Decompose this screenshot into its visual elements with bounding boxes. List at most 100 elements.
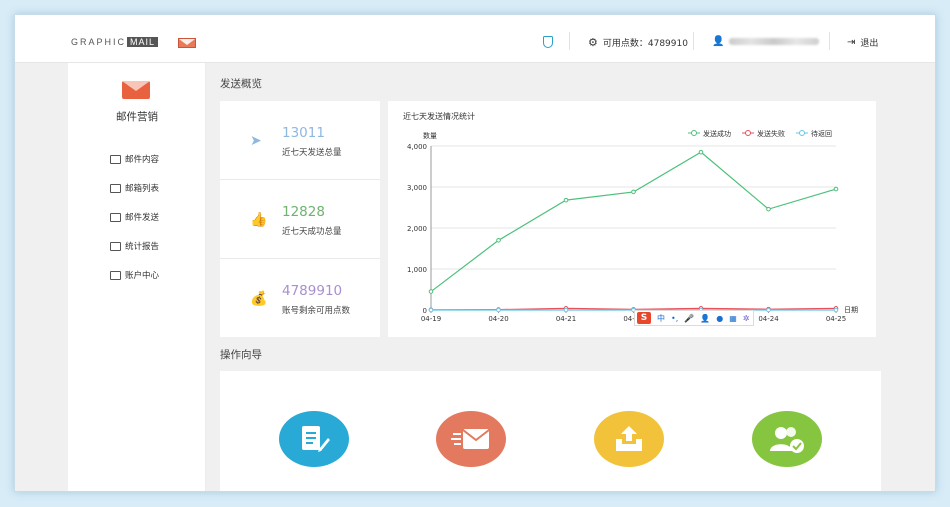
brand-logo[interactable]: GRAPHIC MAIL [71, 37, 159, 47]
data-point [563, 307, 569, 313]
app-window: GRAPHIC MAIL ⚙ 可用点数：4789910 👤 ⇥ 退出 邮件营销 邮… [14, 14, 936, 492]
x-tick-label: 04-24 [758, 315, 779, 323]
data-point [496, 307, 501, 313]
user-email-masked [729, 38, 820, 45]
stats-card: ➤ 13011 近七天发送总量 👍 12828 近七天成功总量 💰 478991… [220, 101, 380, 337]
data-point [766, 206, 771, 212]
sidebar-item-account-center[interactable]: 账户中心 [110, 269, 159, 281]
legend-marker [691, 130, 697, 136]
y-tick-label: 1,000 [407, 266, 427, 274]
y-tick-label: 2,000 [407, 225, 427, 233]
x-axis-label: 日期 [844, 306, 858, 314]
data-point [496, 238, 501, 243]
data-point [631, 189, 636, 195]
x-tick-label: 04-25 [826, 315, 846, 323]
sidebar-title: 邮件营销 [116, 111, 158, 123]
legend-marker [799, 130, 805, 136]
data-point [428, 289, 434, 294]
stat-value: 12828 [282, 204, 325, 220]
legend-label: 待返回 [811, 129, 832, 138]
y-axis-label: 数量 [423, 131, 437, 140]
list-icon [110, 183, 121, 193]
bar-chart-icon [110, 241, 121, 251]
y-tick-label: 3,000 [407, 184, 427, 192]
doc-icon [110, 154, 121, 164]
sidebar-item-label: 邮件发送 [125, 213, 160, 223]
sidebar-item-label: 账户中心 [125, 271, 160, 281]
overview-section-title: 发送概览 [220, 78, 262, 90]
mic-icon: 🎤 [684, 313, 695, 323]
stat-label: 近七天发送总量 [282, 148, 342, 158]
series-line [430, 151, 837, 293]
stat-value: 4789910 [282, 283, 343, 299]
logout-icon: ⇥ [847, 37, 856, 48]
punct-icon: •, [671, 313, 679, 323]
x-tick-label: 04-19 [421, 315, 441, 323]
robot-icon: ● [716, 313, 724, 323]
money-bag-icon: 💰 [250, 291, 268, 307]
line-chart: 0 1,000 2,000 3,000 4,000 数量日期 04-19 04-20 04-21… [407, 129, 858, 323]
legend-marker [745, 130, 751, 136]
sidebar: 邮件营销 邮件内容 邮箱列表 邮件发送 统计报告 账户中心 [68, 63, 206, 491]
skin-icon: 👤 [700, 313, 711, 323]
guide-send-mail-button[interactable] [436, 411, 506, 467]
ime-toolbar[interactable]: S 中 •, 🎤 👤 ● ▦ ✲ [634, 310, 754, 326]
stat-total-sent: ➤ 13011 近七天发送总量 [220, 101, 380, 180]
gear-icon: ⚙ [588, 36, 598, 49]
fast-mail-icon [451, 429, 490, 449]
send-mail-icon [110, 212, 121, 222]
ime-logo: S [637, 312, 651, 324]
sidebar-item-label: 邮箱列表 [125, 184, 160, 194]
guide-account-users-button[interactable] [752, 411, 822, 467]
logo-envelope-icon [178, 38, 196, 48]
guide-edit-content-button[interactable] [279, 411, 349, 467]
legend-label: 发送成功 [703, 129, 731, 138]
logout-button[interactable]: ⇥ 退出 [847, 36, 878, 49]
logout-label: 退出 [860, 39, 879, 49]
settings-icon: ✲ [742, 313, 750, 323]
sidebar-item-mailbox-list[interactable]: 邮箱列表 [110, 182, 159, 194]
stat-total-success: 👍 12828 近七天成功总量 [220, 180, 380, 259]
data-point [698, 149, 704, 155]
y-tick-label: 0 [423, 307, 427, 315]
envelope-icon [122, 81, 150, 99]
sidebar-item-mail-send[interactable]: 邮件发送 [110, 211, 159, 223]
data-point [833, 186, 839, 192]
stat-label: 近七天成功总量 [282, 227, 342, 237]
stat-remaining-points: 💰 4789910 账号剩余可用点数 [220, 259, 380, 338]
x-tick-label: 04-20 [488, 315, 508, 323]
sidebar-item-label: 邮件内容 [125, 155, 160, 165]
security-shield-button[interactable] [543, 36, 553, 48]
user-icon: 👤 [712, 36, 725, 47]
guide-section-title: 操作向导 [220, 349, 262, 361]
stat-label: 账号剩余可用点数 [282, 306, 351, 316]
legend-label: 发送失败 [757, 129, 785, 138]
thumbs-up-icon: 👍 [250, 212, 268, 228]
y-tick-label: 4,000 [407, 143, 427, 151]
divider [569, 32, 570, 50]
user-account-menu[interactable]: 👤 [712, 36, 820, 47]
upload-tray-icon [616, 426, 642, 451]
wallet-icon [110, 270, 121, 280]
points-label: 可用点数：4789910 [602, 39, 688, 49]
points-display: ⚙ 可用点数：4789910 [588, 36, 688, 49]
ime-lang: 中 [657, 313, 665, 323]
stat-value: 13011 [282, 125, 325, 141]
logo-text: GRAPHIC [71, 37, 127, 47]
divider [693, 32, 694, 50]
paper-plane-icon: ➤ [250, 133, 262, 149]
logo-box: MAIL [127, 37, 159, 47]
shield-icon [543, 36, 553, 48]
sidebar-item-label: 统计报告 [125, 242, 160, 252]
guide-card [220, 371, 881, 491]
top-bar: GRAPHIC MAIL ⚙ 可用点数：4789910 👤 ⇥ 退出 [15, 15, 935, 63]
x-tick-label: 04-21 [556, 315, 576, 323]
users-check-icon [770, 427, 804, 453]
data-point [428, 307, 434, 313]
guide-import-list-button[interactable] [594, 411, 664, 467]
sidebar-item-stats-report[interactable]: 统计报告 [110, 240, 159, 252]
data-point [766, 307, 771, 313]
divider [829, 32, 830, 50]
sidebar-item-mail-content[interactable]: 邮件内容 [110, 153, 159, 165]
data-point [833, 307, 839, 313]
